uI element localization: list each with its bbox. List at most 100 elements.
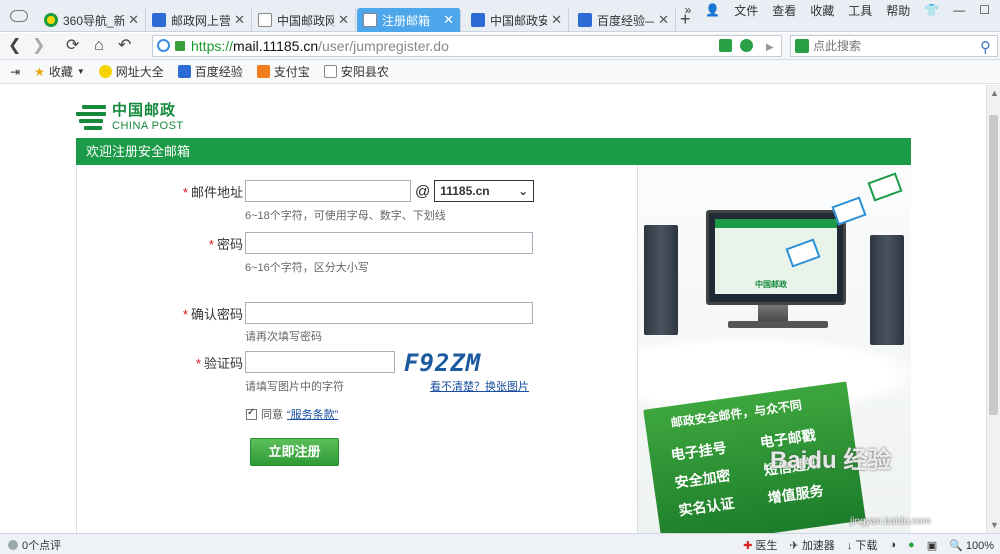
promo-banner: 中国邮政 邮政安全邮件，与众不同 电子挂号 电子邮戳 安全加密 短信通知 实名认… [638,165,911,533]
tab-label: 百度经验— [597,13,655,28]
paw-icon [177,65,191,78]
speaker-icon[interactable]: ◑ [889,539,896,551]
email-field[interactable] [245,180,411,202]
doctor-button[interactable]: ✚ 医生 [743,537,777,553]
search-icon[interactable]: ⚲ [980,38,991,56]
favorites-bar: ⇥ ★ 收藏 ▼ 网址大全 百度经验 支付宝 安阳县农 [0,60,1000,84]
back-icon[interactable]: ❮ [8,37,21,55]
captcha-field[interactable] [245,351,395,373]
star-icon: ★ [34,64,45,79]
captcha-row: * 验证码 [179,351,395,373]
agree-terms: 同意 “服务条款” [246,406,338,422]
page-title: 欢迎注册安全邮箱 [76,138,911,165]
status-bar: 0个点评 ✚ 医生 ✈ 加速器 ↓ 下载 ◑ ● ▣ 🔍 100% [0,533,1000,554]
china-post-logo[interactable]: 中国邮政 CHINA POST [76,99,184,132]
agree-checkbox[interactable] [246,407,257,420]
refresh-captcha-link[interactable]: 看不清楚？换张图片 [430,378,529,394]
tab-china-post[interactable]: 中国邮政网 ✕ [252,8,356,32]
url-host: mail.11185.cn [233,38,319,54]
comment-icon [8,540,18,550]
required-mark: * [182,306,188,322]
tab-360-nav[interactable]: 360导航_新 ✕ [38,8,146,32]
vertical-scrollbar[interactable]: ▲ ▼ [986,85,1000,533]
download-button[interactable]: ↓ 下载 [847,537,878,553]
refresh-icon[interactable]: ⟳ [66,37,79,55]
page-icon [258,13,272,27]
forward-icon[interactable]: ❯ [32,37,45,55]
fav-site-nav[interactable]: 网址大全 [98,63,164,80]
password-field[interactable] [245,232,533,254]
tab-baidu-jingyan[interactable]: 百度经验— ✕ [572,8,676,32]
tab-postal-business[interactable]: 邮政网上营 ✕ [146,8,252,32]
fav-label: 支付宝 [273,65,310,79]
fav-label: 网址大全 [115,65,164,79]
domain-select[interactable]: 11185.cn ⌄ [434,180,535,202]
agree-label: 同意 [261,409,283,421]
tab-bar: 360导航_新 ✕ 邮政网上营 ✕ 中国邮政网 ✕ 注册邮箱 ✕ 中国邮政安 ✕… [0,0,1000,32]
url-path: /user/jumpregister.do [318,38,449,54]
tab-register-mail[interactable]: 注册邮箱 ✕ [357,8,461,32]
password-label: * 密码 [208,236,243,252]
search-box[interactable]: ⚲ [790,35,998,57]
register-button[interactable]: 立即注册 [250,438,339,466]
promo-feature: 安全加密 [673,467,732,491]
shirt-icon[interactable]: 👕 [924,3,939,17]
menu-file[interactable]: 文件 [734,2,758,19]
chevron-icon[interactable]: » [685,3,692,17]
comment-count[interactable]: 0个点评 [22,537,61,553]
close-icon[interactable]: ✕ [443,12,454,28]
captcha-label: * 验证码 [195,355,243,371]
close-icon[interactable]: ✕ [234,12,245,28]
undo-icon[interactable]: ↶ [118,37,131,55]
chevron-down-icon: ▼ [76,67,85,76]
register-form: * 邮件地址 @ 11185.cn ⌄ 6~18个字符，可使用字母、数字、下划线 … [76,165,638,533]
cloud-icon[interactable] [10,10,28,22]
captcha-hint: 请填写图片中的字符 [245,381,344,393]
baidu-watermark-url: jingyan.baidu.com [850,516,931,527]
fav-baidu-jingyan[interactable]: 百度经验 [177,63,243,80]
zoom-level[interactable]: 🔍 100% [949,539,994,552]
close-icon[interactable]: ✕ [551,12,562,28]
menu-tools[interactable]: 工具 [848,2,872,19]
tab-label: 中国邮政安 [490,13,548,28]
download-icon: ↓ [846,540,853,552]
close-icon[interactable]: ✕ [128,12,139,28]
email-hint: 6~18个字符，可使用字母、数字、下划线 [245,210,446,222]
camera-icon[interactable]: ▣ [927,539,937,552]
fav-label: 收藏 [48,65,73,79]
fav-label: 百度经验 [194,65,243,79]
globe-icon[interactable]: ● [908,539,915,551]
search-engine-icon[interactable] [795,39,809,53]
ie-mode-icon[interactable] [740,39,753,52]
favorites-menu[interactable]: ★ 收藏 ▼ [34,63,85,80]
home-icon[interactable]: ⌂ [94,37,104,55]
captcha-image[interactable]: F92ZM [404,347,526,379]
play-icon[interactable]: ▶ [766,39,774,57]
fav-alipay[interactable]: 支付宝 [256,63,310,80]
url-bar[interactable]: https:// mail.11185.cn /user/jumpregiste… [152,35,782,57]
close-icon[interactable]: ✕ [658,12,669,28]
menu-help[interactable]: 帮助 [886,2,910,19]
at-sign: @ [415,182,431,200]
paw-icon [578,13,592,27]
close-icon[interactable]: ✕ [338,12,349,28]
maximize-icon[interactable]: ☐ [979,3,990,17]
sidebar-toggle-icon[interactable]: ⇥ [10,65,20,79]
menu-view[interactable]: 查看 [772,2,796,19]
terms-link[interactable]: “服务条款” [287,406,338,422]
share-icon[interactable] [719,39,732,52]
360-icon [44,13,58,27]
menu-favorites[interactable]: 收藏 [810,2,834,19]
scroll-thumb[interactable] [989,115,998,415]
user-icon[interactable]: 👤 [705,3,720,17]
confirm-password-field[interactable] [245,302,533,324]
tab-label: 360导航_新 [63,13,125,28]
fav-anyang[interactable]: 安阳县农 [323,63,389,80]
baidu-watermark: Baidu 经验 [770,447,892,474]
minimize-icon[interactable]: — [953,3,965,17]
search-input[interactable] [813,39,963,53]
accelerator-button[interactable]: ✈ 加速器 [790,537,835,553]
scroll-up-icon[interactable]: ▲ [990,88,999,98]
tab-postal-security[interactable]: 中国邮政安 ✕ [465,8,569,32]
scroll-down-icon[interactable]: ▼ [990,520,999,530]
